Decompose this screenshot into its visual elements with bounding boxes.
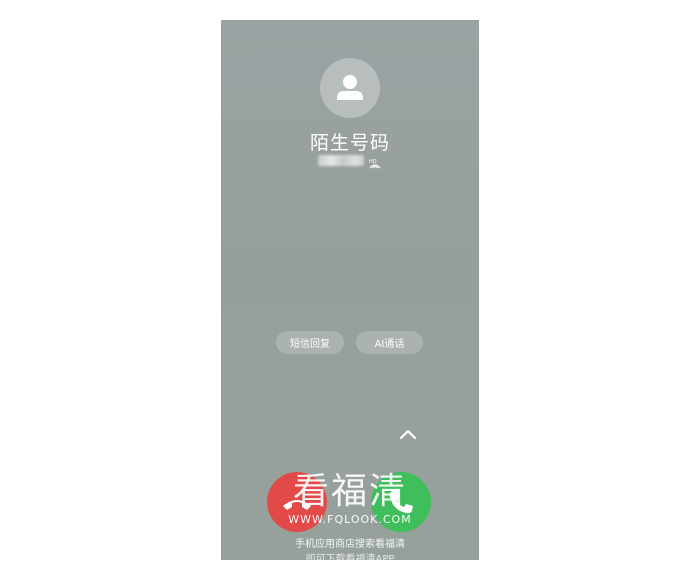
person-icon [337, 75, 363, 100]
hd-signal-icon: HD [368, 154, 382, 169]
watermark-url: WWW.FQLOOK.COM [288, 513, 412, 526]
watermark-hint-line2: 即可下载看福清APP [305, 554, 395, 560]
caller-name: 陌生号码 [309, 132, 390, 154]
incoming-call-screen: 陌生号码 HD 短信回复 AI通话 看福清 WWW.FQLOOK.COM 手机应… [221, 20, 479, 560]
hd-label: HD [369, 159, 377, 165]
caller-number-redacted [318, 154, 364, 166]
ai-call-button[interactable]: AI通话 [356, 331, 423, 354]
caller-number-row: HD [221, 154, 479, 169]
sms-reply-button[interactable]: 短信回复 [276, 331, 344, 354]
caller-avatar [320, 58, 380, 118]
watermark-hint-line1: 手机应用商店搜索看福清 [295, 539, 405, 550]
watermark-logo: 看福清 [292, 471, 407, 512]
chevron-up-icon[interactable] [398, 427, 418, 441]
